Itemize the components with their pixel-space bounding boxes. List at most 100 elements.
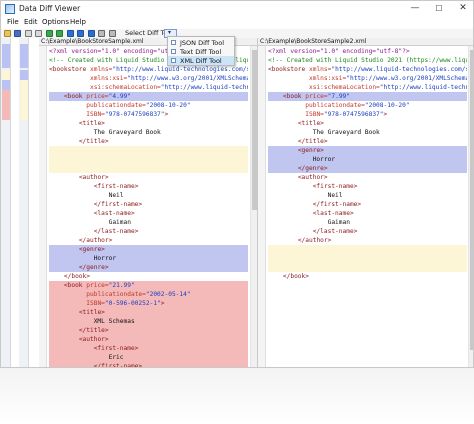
- toolbar: Select Diff Tool: ▾: [1, 29, 473, 38]
- window-reflection: [0, 368, 474, 424]
- overview-changed-mark: [20, 44, 28, 68]
- right-code-line: Gaiman: [268, 219, 350, 226]
- left-code-line: </title>: [78, 138, 109, 145]
- overview-blank-mark: [20, 80, 28, 90]
- right-code-line: <!-- Created with Liquid Studio 2021 (ht…: [268, 57, 467, 64]
- left-diff-pane[interactable]: C:\Example\BookStoreSample.xml <?xml ver…: [39, 38, 257, 367]
- left-code-line: <last-name>: [93, 210, 135, 217]
- document-icon: [171, 40, 176, 45]
- left-code-line: xsi:schemaLocation="http://www.liquid-te…: [89, 84, 248, 91]
- left-code-line: </author>: [78, 237, 113, 244]
- settings-icon[interactable]: [98, 30, 105, 37]
- right-gutter: [258, 46, 266, 367]
- menu-item-label: Text Diff Tool: [180, 48, 222, 56]
- next-diff-icon[interactable]: [56, 30, 63, 37]
- left-code-line: <first-name>: [49, 344, 248, 353]
- left-code-line: <first-name>: [93, 183, 139, 190]
- document-icon: [171, 58, 176, 63]
- right-code-line: Neil: [268, 192, 343, 199]
- menu-item-json-diff[interactable]: JSON Diff Tool: [168, 38, 234, 47]
- menu-item-text-diff[interactable]: Text Diff Tool: [168, 47, 234, 56]
- close-button[interactable]: ✕: [451, 1, 473, 17]
- left-code-line: The Graveyard Book: [49, 129, 161, 136]
- right-scrollbar[interactable]: [468, 46, 473, 367]
- left-overview-strip[interactable]: [1, 38, 11, 367]
- left-code-line: xmlns:xsi="http://www.w3.org/2001/XMLSch…: [89, 75, 248, 82]
- right-code-line: </title>: [297, 138, 328, 145]
- right-code-line: <?xml version="1.0" encoding="utf-8"?>: [268, 48, 410, 55]
- minimize-button[interactable]: —: [403, 1, 427, 17]
- left-code-line: ISBN="978-0747596837">: [86, 111, 169, 118]
- left-code-line: <book price="4.99": [49, 92, 248, 101]
- right-overview-strip[interactable]: [19, 38, 29, 367]
- menu-help[interactable]: Help: [70, 18, 86, 26]
- menu-item-label: JSON Diff Tool: [180, 39, 225, 47]
- left-code-line: Eric: [49, 353, 248, 362]
- left-code-line: <bookstore xmlns="http://www.liquid-tech…: [49, 66, 248, 73]
- left-code-line: Gaiman: [49, 219, 131, 226]
- left-code-line: XML Schemas: [49, 317, 248, 326]
- maximize-button[interactable]: ☐: [427, 1, 451, 17]
- overview-removed-mark: [2, 90, 10, 120]
- right-code-line: [268, 245, 467, 254]
- left-code-line: <book price="21.99": [49, 281, 248, 290]
- menu-options[interactable]: Options: [42, 18, 69, 26]
- right-code-line: publicationdate="2008-10-20": [305, 102, 410, 109]
- right-code-line: <book price="7.99": [268, 92, 467, 101]
- left-code-line: publicationdate="2002-05-14": [49, 290, 248, 299]
- left-scrollbar[interactable]: [250, 46, 257, 367]
- left-code-line: </book>: [63, 273, 90, 280]
- first-diff-icon[interactable]: [67, 30, 74, 37]
- right-code-line: [268, 254, 467, 263]
- right-code-line: <title>: [297, 120, 324, 127]
- menu-edit[interactable]: Edit: [24, 18, 38, 26]
- window-title: Data Diff Viewer: [19, 4, 81, 13]
- right-code-line: <author>: [297, 174, 328, 181]
- save-icon[interactable]: [14, 30, 21, 37]
- left-code-line: [49, 155, 248, 164]
- copy-left-icon[interactable]: [25, 30, 32, 37]
- left-code-line: <title>: [78, 120, 105, 127]
- overview-changed-mark: [2, 44, 10, 68]
- left-code-line: </title>: [49, 326, 248, 335]
- left-code-line: </first-name>: [93, 201, 143, 208]
- right-code-line: <last-name>: [312, 210, 354, 217]
- left-code-line: publicationdate="2008-10-20": [86, 102, 191, 109]
- right-code-line: ISBN="978-0747596837">: [305, 111, 388, 118]
- right-code-line: </author>: [297, 237, 332, 244]
- title-bar: Data Diff Viewer — ☐ ✕: [1, 1, 473, 17]
- right-diff-pane[interactable]: C:\Example\BookStoreSample2.xml <?xml ve…: [257, 38, 473, 367]
- app-icon: [5, 4, 15, 14]
- right-code-line: </genre>: [268, 164, 467, 173]
- right-code-line: <genre>: [268, 146, 467, 155]
- help-icon[interactable]: [109, 30, 116, 37]
- right-scroll-thumb[interactable]: [470, 50, 473, 350]
- menu-file[interactable]: File: [7, 18, 19, 26]
- left-gutter: [39, 46, 47, 367]
- chevron-down-icon: ▾: [168, 29, 172, 36]
- left-code-line: [49, 146, 248, 155]
- last-diff-icon[interactable]: [77, 30, 84, 37]
- right-code-line: <bookstore xmlns="http://www.liquid-tech…: [268, 66, 467, 73]
- right-code-line: xmlns:xsi="http://www.w3.org/2001/XMLSch…: [308, 75, 467, 82]
- open-icon[interactable]: [4, 30, 11, 37]
- right-code-line: </book>: [282, 273, 309, 280]
- right-code-line: [268, 263, 467, 272]
- main-window: Data Diff Viewer — ☐ ✕ File Edit Options…: [0, 0, 474, 368]
- left-code-line: <author>: [49, 335, 248, 344]
- menu-item-xml-diff[interactable]: XML Diff Tool: [168, 56, 234, 65]
- right-code-line: </last-name>: [312, 228, 358, 235]
- prev-diff-icon[interactable]: [46, 30, 53, 37]
- right-code-line: Horror: [268, 155, 467, 164]
- diff-tool-menu: JSON Diff Tool Text Diff Tool XML Diff T…: [167, 36, 235, 66]
- left-code-line: </last-name>: [93, 228, 139, 235]
- left-code-line: <title>: [49, 308, 248, 317]
- left-code-line: ISBN="0-596-00252-1">: [49, 299, 248, 308]
- copy-right-icon[interactable]: [35, 30, 42, 37]
- left-code-line: Horror: [49, 254, 248, 263]
- refresh-icon[interactable]: [88, 30, 95, 37]
- right-code-line: xsi:schemaLocation="http://www.liquid-te…: [308, 84, 467, 91]
- left-code-line: <genre>: [49, 245, 248, 254]
- menu-bar: File Edit Options Help: [1, 17, 473, 29]
- left-code-line: </genre>: [49, 263, 248, 272]
